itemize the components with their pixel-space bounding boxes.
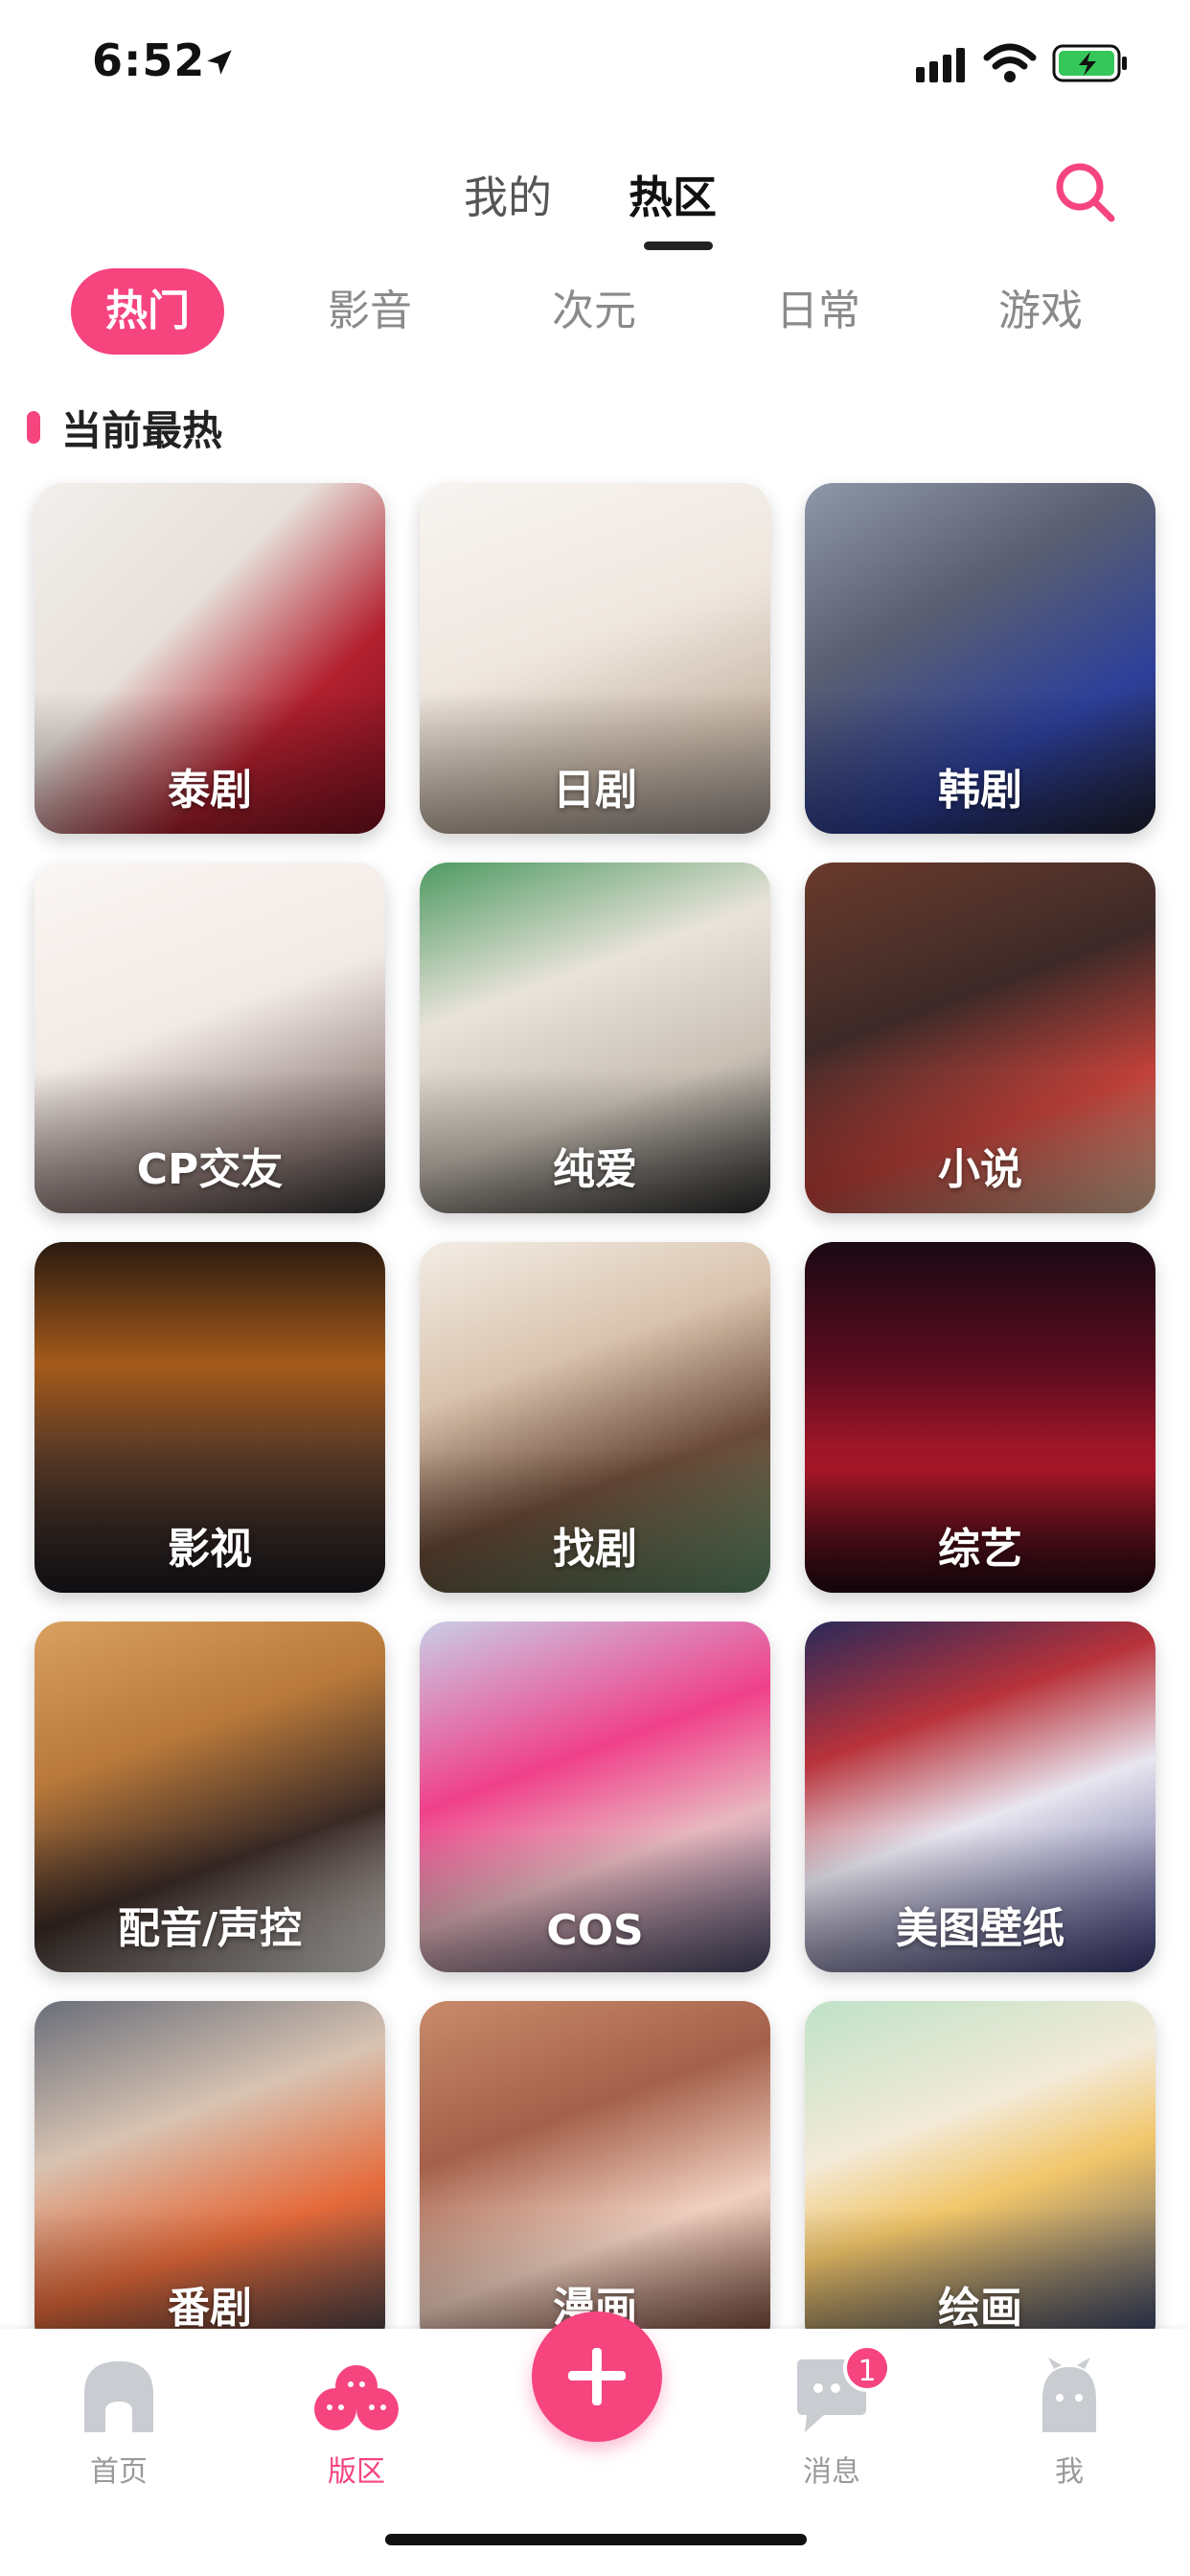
nav-home-label: 首页	[90, 2455, 148, 2489]
nav-messages-label: 消息	[803, 2455, 860, 2489]
category-games[interactable]: 游戏	[964, 268, 1117, 355]
card-variety[interactable]: 综艺	[805, 1242, 1156, 1593]
active-tab-indicator	[644, 242, 713, 250]
card-label: 绘画	[938, 2284, 1022, 2333]
card-label: 番剧	[168, 2284, 252, 2333]
message-badge: 1	[843, 2344, 891, 2392]
card-label: 美图壁纸	[896, 1904, 1064, 1953]
card-korean-drama[interactable]: 韩剧	[805, 483, 1156, 834]
card-cp-friends[interactable]: CP交友	[34, 862, 385, 1213]
add-post-button[interactable]	[532, 2312, 662, 2442]
card-find-drama[interactable]: 找剧	[420, 1242, 770, 1593]
nav-home[interactable]: 首页	[42, 2352, 195, 2490]
wifi-icon	[983, 43, 1037, 82]
battery-charging-icon	[1052, 44, 1127, 82]
section-header: 当前最热	[27, 401, 222, 454]
card-pure-love[interactable]: 纯爱	[420, 862, 770, 1213]
tab-hot[interactable]: 热区	[629, 163, 717, 226]
section-marker	[27, 411, 40, 444]
category-bar: 热门 影音 次元 日常 游戏	[0, 264, 1190, 356]
search-icon[interactable]	[1050, 157, 1119, 226]
card-label: CP交友	[136, 1145, 284, 1194]
card-film-tv[interactable]: 影视	[34, 1242, 385, 1593]
category-media[interactable]: 影音	[293, 268, 446, 355]
profile-icon	[1042, 2358, 1096, 2432]
card-label: 影视	[168, 1525, 252, 1574]
home-icon	[84, 2361, 153, 2432]
nav-me[interactable]: 我	[993, 2352, 1146, 2490]
category-dimension[interactable]: 次元	[517, 268, 671, 355]
card-thai-drama[interactable]: 泰剧	[34, 483, 385, 834]
card-japanese-drama[interactable]: 日剧	[420, 483, 770, 834]
card-label: 配音/声控	[117, 1904, 303, 1953]
card-label: 综艺	[938, 1525, 1022, 1574]
card-novel[interactable]: 小说	[805, 862, 1156, 1213]
card-painting[interactable]: 绘画	[805, 2001, 1156, 2352]
nav-board[interactable]: 版区	[280, 2352, 433, 2490]
location-arrow-icon	[207, 50, 232, 75]
card-label: 纯爱	[553, 1145, 637, 1194]
card-wallpaper[interactable]: 美图壁纸	[805, 1622, 1156, 1972]
nav-messages[interactable]: 1 消息	[755, 2344, 908, 2490]
header: 我的 热区	[0, 134, 1190, 268]
card-comics[interactable]: 漫画	[420, 2001, 770, 2352]
cellular-signal-icon	[916, 48, 965, 82]
card-label: 韩剧	[938, 766, 1022, 815]
card-label: 日剧	[553, 766, 637, 815]
card-label: COS	[546, 1906, 644, 1955]
home-indicator	[385, 2534, 807, 2545]
screen: 6:52 我的 热区 热门 影音 次元 日常 游戏 当前最热 泰剧 日剧 韩剧 …	[0, 0, 1190, 2576]
category-daily[interactable]: 日常	[742, 268, 895, 355]
category-hot[interactable]: 热门	[71, 268, 224, 355]
nav-me-label: 我	[1055, 2455, 1084, 2489]
card-label: 泰剧	[168, 766, 252, 815]
card-anime[interactable]: 番剧	[34, 2001, 385, 2352]
section-title: 当前最热	[61, 406, 223, 454]
nav-board-label: 版区	[328, 2455, 385, 2489]
status-time: 6:52	[92, 34, 206, 86]
tab-mine[interactable]: 我的	[464, 163, 552, 226]
card-label: 找剧	[553, 1525, 637, 1574]
card-cos[interactable]: COS	[420, 1622, 770, 1972]
status-bar: 6:52	[0, 0, 1190, 126]
card-label: 小说	[938, 1145, 1022, 1194]
board-icon	[314, 2365, 399, 2430]
card-dubbing[interactable]: 配音/声控	[34, 1622, 385, 1972]
